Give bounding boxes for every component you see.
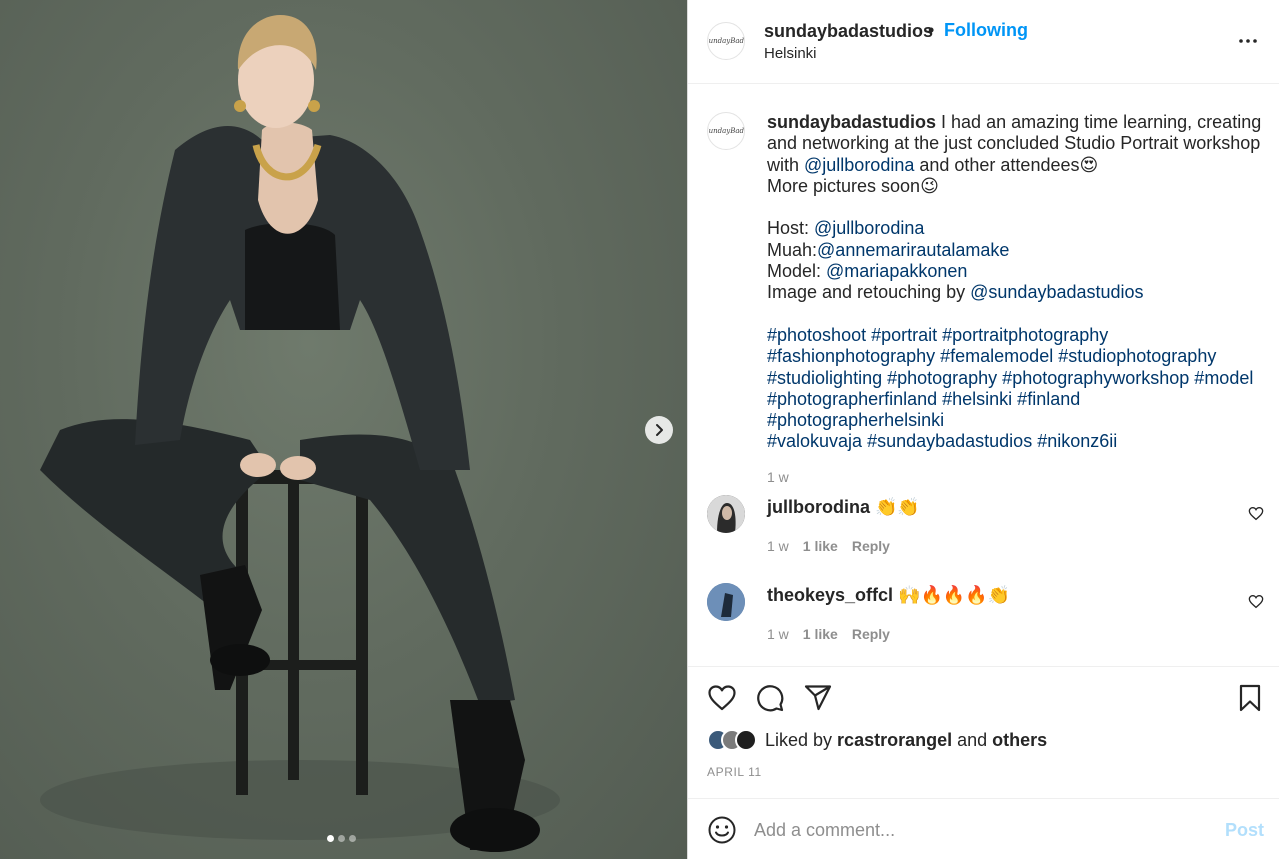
paper-plane-icon[interactable] bbox=[803, 683, 833, 713]
mention-link[interactable]: @jullborodina bbox=[814, 218, 924, 238]
credit-image: Image and retouching by @sundaybadastudi… bbox=[767, 282, 1144, 303]
comment-like-heart-icon[interactable] bbox=[1248, 594, 1264, 610]
liker-username[interactable]: rcastrorangel bbox=[837, 730, 952, 750]
author-username[interactable]: sundaybadastudios bbox=[764, 21, 933, 42]
caption-timestamp[interactable]: 1 w bbox=[767, 467, 1262, 488]
more-options-icon[interactable] bbox=[1236, 29, 1260, 53]
commenter-avatar[interactable] bbox=[707, 583, 745, 621]
emoji-icon[interactable] bbox=[707, 815, 737, 845]
liker-avatar[interactable] bbox=[735, 729, 757, 751]
mention-link[interactable]: @annemarirautalamake bbox=[817, 240, 1009, 260]
post-actions: Liked by rcastrorangel and others APRIL … bbox=[688, 666, 1279, 798]
caption-text-tail: and other attendees😍 bbox=[914, 154, 1099, 175]
carousel-dot-active bbox=[327, 835, 334, 842]
reply-button[interactable]: Reply bbox=[852, 626, 890, 642]
post-location[interactable]: Helsinki bbox=[764, 45, 817, 62]
following-button[interactable]: Following bbox=[944, 20, 1028, 41]
hashtag-line[interactable]: #photoshoot #portrait #portraitphotograp… bbox=[767, 325, 1262, 346]
comment-body: 👏👏 bbox=[875, 497, 920, 517]
comment-likes[interactable]: 1 like bbox=[803, 626, 838, 642]
post-date[interactable]: APRIL 11 bbox=[707, 765, 762, 779]
commenter-avatar[interactable] bbox=[707, 495, 745, 533]
post-caption: sundaybadastudios I had an amazing time … bbox=[767, 112, 1262, 488]
hashtag-line[interactable]: #fashionphotography #femalemodel #studio… bbox=[767, 346, 1262, 367]
comment-input[interactable] bbox=[754, 813, 1204, 847]
mention-link[interactable]: @mariapakkonen bbox=[826, 261, 967, 281]
liked-by-row: Liked by rcastrorangel and others bbox=[707, 729, 1047, 751]
comment-bubble-icon[interactable] bbox=[755, 683, 785, 713]
hashtag-line[interactable]: #valokuvaja #sundaybadastudios #nikonz6i… bbox=[767, 431, 1262, 452]
mention-link[interactable]: @sundaybadastudios bbox=[970, 282, 1143, 302]
post-details-panel: SundayBada sundaybadastudios • Following… bbox=[687, 0, 1279, 859]
comment-like-heart-icon[interactable] bbox=[1248, 506, 1264, 522]
comment-username[interactable]: theokeys_offcl bbox=[767, 585, 893, 605]
liked-by-text: Liked by rcastrorangel and others bbox=[765, 729, 1048, 750]
comment-body: 🙌🔥🔥🔥👏 bbox=[898, 585, 1011, 605]
credit-muah: Muah:@annemarirautalamake bbox=[767, 239, 1010, 260]
caption-username[interactable]: sundaybadastudios bbox=[767, 112, 936, 132]
author-avatar[interactable]: SundayBada bbox=[707, 22, 745, 60]
comment-time[interactable]: 1 w bbox=[767, 626, 789, 642]
comment-meta: 1 w 1 like Reply bbox=[767, 538, 890, 554]
header-separator: • bbox=[928, 20, 935, 40]
hashtag-line[interactable]: #photographerfinland #helsinki #finland … bbox=[767, 389, 1262, 432]
logo-text: SundayBada bbox=[708, 127, 745, 135]
logo-text: SundayBada bbox=[708, 37, 745, 45]
comment-text: jullborodina 👏👏 bbox=[767, 497, 920, 518]
portrait-photo-illustration bbox=[40, 15, 560, 852]
credit-model: Model: @mariapakkonen bbox=[767, 261, 968, 282]
carousel-dot bbox=[349, 835, 356, 842]
caption-author-avatar[interactable]: SundayBada bbox=[707, 112, 745, 150]
heart-icon[interactable] bbox=[707, 683, 737, 713]
comment-meta: 1 w 1 like Reply bbox=[767, 626, 890, 642]
reply-button[interactable]: Reply bbox=[852, 538, 890, 554]
credit-host: Host: @jullborodina bbox=[767, 218, 925, 239]
mention-link[interactable]: @jullborodina bbox=[804, 155, 914, 175]
bookmark-icon[interactable] bbox=[1235, 683, 1265, 713]
hashtag-line[interactable]: #studiolighting #photography #photograph… bbox=[767, 368, 1262, 389]
comment-time[interactable]: 1 w bbox=[767, 538, 789, 554]
post-comment-button[interactable]: Post bbox=[1225, 820, 1264, 841]
avatar-portrait-icon bbox=[707, 583, 745, 621]
caption-body: sundaybadastudios I had an amazing time … bbox=[767, 112, 1262, 176]
post-header: SundayBada sundaybadastudios • Following… bbox=[688, 0, 1279, 84]
comment-composer: Post bbox=[688, 798, 1279, 859]
comment-text: theokeys_offcl 🙌🔥🔥🔥👏 bbox=[767, 585, 1010, 606]
carousel-indicator bbox=[327, 835, 356, 842]
chevron-right-icon bbox=[656, 424, 663, 436]
avatar-portrait-icon bbox=[707, 495, 745, 533]
likes-others-link[interactable]: others bbox=[992, 730, 1047, 750]
carousel-next-button[interactable] bbox=[645, 416, 673, 444]
carousel-dot bbox=[338, 835, 345, 842]
caption-line: More pictures soon😉 bbox=[767, 175, 939, 196]
post-photo[interactable] bbox=[0, 0, 687, 859]
comment-username[interactable]: jullborodina bbox=[767, 497, 870, 517]
comment-likes[interactable]: 1 like bbox=[803, 538, 838, 554]
